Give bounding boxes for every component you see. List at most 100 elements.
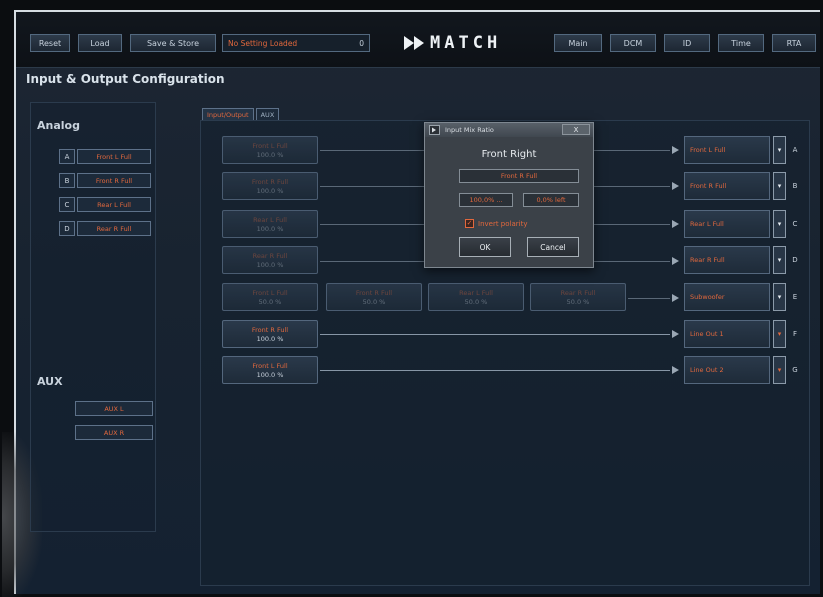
source-box[interactable]: Rear L Full 50.0 % [428, 283, 524, 311]
output-name[interactable]: Front L Full [684, 136, 770, 164]
source-name: Front R Full [251, 325, 289, 334]
analog-input-c[interactable]: C Rear L Full [59, 197, 151, 212]
source-value: 100.0 % [256, 224, 284, 233]
route-line [628, 298, 670, 299]
output-letter: E [792, 293, 798, 301]
output-selector-button[interactable]: ▾ [773, 136, 786, 164]
source-value: 50.0 % [258, 297, 282, 306]
input-name: Rear R Full [77, 221, 151, 236]
output-letter: D [792, 256, 798, 264]
invert-polarity-checkbox[interactable]: ✓ [465, 219, 474, 228]
source-box[interactable]: Front R Full 100.0 % [222, 172, 318, 200]
tab-dcm[interactable]: DCM [610, 34, 656, 52]
output-name[interactable]: Front R Full [684, 172, 770, 200]
aux-heading: AUX [37, 375, 63, 388]
input-letter: A [59, 149, 75, 164]
output-name[interactable]: Line Out 1 [684, 320, 770, 348]
play-forward-icon [404, 36, 424, 50]
input-letter: D [59, 221, 75, 236]
output-name[interactable]: Rear L Full [684, 210, 770, 238]
source-value: 100.0 % [256, 260, 284, 269]
page-title: Input & Output Configuration [26, 72, 225, 86]
output-a: Front L Full ▾ A [684, 136, 802, 164]
source-value: 50.0 % [464, 297, 488, 306]
route-line [320, 334, 670, 335]
source-box[interactable]: Rear R Full 50.0 % [530, 283, 626, 311]
input-panel: Analog A Front L Full B Front R Full C R… [30, 102, 156, 532]
close-button[interactable]: X [562, 124, 590, 135]
setting-status-text: No Setting Loaded [228, 38, 298, 48]
source-box[interactable]: Front R Full 100.0 % [222, 320, 318, 348]
reset-button[interactable]: Reset [30, 34, 70, 52]
tab-rta[interactable]: RTA [772, 34, 816, 52]
output-name[interactable]: Line Out 2 [684, 356, 770, 384]
input-name: Front R Full [77, 173, 151, 188]
input-letter: B [59, 173, 75, 188]
invert-polarity-option[interactable]: ✓ Invert polarity [465, 219, 527, 228]
app-icon [429, 125, 440, 135]
top-toolbar: Reset Load Save & Store No Setting Loade… [16, 12, 820, 68]
input-letter: C [59, 197, 75, 212]
route-arrow-icon [672, 257, 679, 265]
source-box[interactable]: Rear L Full 100.0 % [222, 210, 318, 238]
output-letter: B [792, 182, 798, 190]
output-letter: G [792, 366, 798, 374]
app-window: Reset Load Save & Store No Setting Loade… [2, 10, 820, 597]
aux-input-l[interactable]: AUX L [75, 401, 153, 416]
invert-polarity-label: Invert polarity [478, 219, 528, 228]
analog-input-b[interactable]: B Front R Full [59, 173, 151, 188]
tab-id[interactable]: ID [664, 34, 710, 52]
output-selector-button[interactable]: ▾ [773, 283, 786, 311]
load-button[interactable]: Load [78, 34, 122, 52]
source-name: Front R Full [355, 288, 393, 297]
source-name: Front R Full [251, 177, 289, 186]
save-store-button[interactable]: Save & Store [130, 34, 216, 52]
ratio-field[interactable]: 100,0% ... [459, 193, 513, 207]
source-value: 100.0 % [256, 150, 284, 159]
source-box[interactable]: Front L Full 50.0 % [222, 283, 318, 311]
output-selector-button[interactable]: ▾ [773, 246, 786, 274]
ok-button[interactable]: OK [459, 237, 511, 257]
source-value: 100.0 % [256, 370, 284, 379]
source-box[interactable]: Front L Full 100.0 % [222, 356, 318, 384]
logo-text: MATCH [430, 33, 502, 53]
source-field[interactable]: Front R Full [459, 169, 579, 183]
source-value: 50.0 % [566, 297, 590, 306]
output-d: Rear R Full ▾ D [684, 246, 802, 274]
route-arrow-icon [672, 366, 679, 374]
tab-main[interactable]: Main [554, 34, 602, 52]
source-value: 100.0 % [256, 186, 284, 195]
source-name: Front L Full [252, 288, 288, 297]
setting-number: 0 [359, 38, 364, 48]
output-selector-button[interactable]: ▾ [773, 172, 786, 200]
analog-heading: Analog [37, 119, 80, 132]
tab-time[interactable]: Time [718, 34, 764, 52]
source-box[interactable]: Front R Full 50.0 % [326, 283, 422, 311]
route-arrow-icon [672, 294, 679, 302]
aux-input-r[interactable]: AUX R [75, 425, 153, 440]
route-arrow-icon [672, 220, 679, 228]
source-name: Rear L Full [253, 215, 287, 224]
output-f: Line Out 1 ▾ F [684, 320, 802, 348]
setting-status-field: No Setting Loaded 0 [222, 34, 370, 52]
source-box[interactable]: Front L Full 100.0 % [222, 136, 318, 164]
source-name: Rear R Full [252, 251, 288, 260]
output-letter: C [792, 220, 798, 228]
source-name: Rear R Full [560, 288, 596, 297]
output-name[interactable]: Rear R Full [684, 246, 770, 274]
cancel-button[interactable]: Cancel [527, 237, 579, 257]
route-arrow-icon [672, 182, 679, 190]
source-box[interactable]: Rear R Full 100.0 % [222, 246, 318, 274]
analog-input-d[interactable]: D Rear R Full [59, 221, 151, 236]
output-selector-button[interactable]: ▾ [773, 320, 786, 348]
output-e: Subwoofer ▾ E [684, 283, 802, 311]
source-name: Front L Full [252, 361, 288, 370]
output-name[interactable]: Subwoofer [684, 283, 770, 311]
source-value: 50.0 % [362, 297, 386, 306]
output-selector-button[interactable]: ▾ [773, 356, 786, 384]
analog-input-a[interactable]: A Front L Full [59, 149, 151, 164]
output-selector-button[interactable]: ▾ [773, 210, 786, 238]
balance-field[interactable]: 0,0% left [523, 193, 579, 207]
output-g: Line Out 2 ▾ G [684, 356, 802, 384]
source-value: 100.0 % [256, 334, 284, 343]
